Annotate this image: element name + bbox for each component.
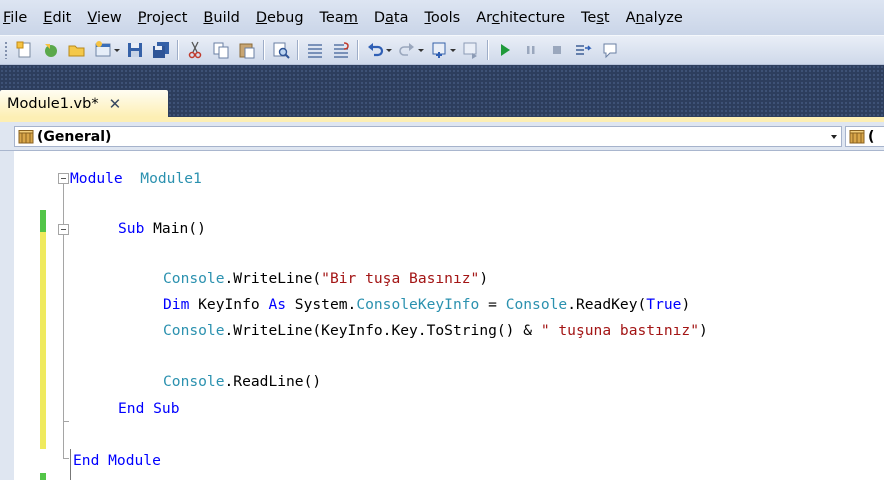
stop-debugging-icon[interactable]: [548, 41, 566, 59]
undo-dropdown-icon[interactable]: [386, 48, 392, 52]
menu-file[interactable]: File: [0, 10, 35, 26]
open-file-icon[interactable]: [68, 41, 86, 59]
tab-module1-vb[interactable]: Module1.vb* ✕: [0, 90, 168, 117]
toolbar-separator: [297, 40, 299, 60]
code-line: Console.ReadLine(): [163, 373, 322, 390]
menu-test[interactable]: Test: [573, 10, 618, 26]
toolbar-separator: [177, 40, 179, 60]
code-line: Console.WriteLine(KeyInfo.Key.ToString()…: [163, 322, 708, 339]
toolbar-grip[interactable]: [4, 41, 8, 59]
change-indicator-saved: [40, 210, 46, 232]
menu-team[interactable]: Team: [312, 10, 366, 26]
copy-icon[interactable]: [212, 41, 230, 59]
code-line: End Sub: [118, 400, 180, 417]
menu-build[interactable]: Build: [195, 10, 247, 26]
menu-analyze[interactable]: Analyze: [618, 10, 691, 26]
break-all-icon[interactable]: [522, 41, 540, 59]
method-name-dropdown[interactable]: (: [845, 126, 884, 147]
code-line: Dim KeyInfo As System.ConsoleKeyInfo = C…: [163, 296, 691, 313]
general-class-icon: [18, 129, 34, 143]
code-line: Sub Main(): [118, 220, 206, 237]
code-line: End Module: [73, 452, 161, 469]
navigate-backward-dropdown-icon[interactable]: [450, 48, 456, 52]
navigate-forward-icon[interactable]: [462, 41, 480, 59]
add-new-item-icon[interactable]: [42, 41, 60, 59]
collapse-sub-icon[interactable]: [58, 224, 69, 235]
navigation-bar: (General) (: [0, 122, 884, 151]
find-in-files-icon[interactable]: [272, 41, 290, 59]
change-indicator-unsaved: [40, 232, 46, 449]
new-project-icon[interactable]: [16, 41, 34, 59]
toolbar-separator: [263, 40, 265, 60]
outline-guide: [63, 235, 64, 421]
redo-icon[interactable]: [398, 41, 416, 59]
redo-dropdown-icon[interactable]: [418, 48, 424, 52]
add-item-icon[interactable]: [94, 41, 112, 59]
code-editor[interactable]: Module Module1 Sub Main() Console.WriteL…: [0, 151, 884, 480]
document-tab-well: Module1.vb* ✕: [0, 65, 884, 122]
class-name-value: (General): [37, 128, 112, 145]
paste-icon[interactable]: [238, 41, 256, 59]
cut-icon[interactable]: [186, 41, 204, 59]
menu-view[interactable]: View: [79, 10, 129, 26]
outline-guide: [63, 458, 69, 459]
chevron-down-icon[interactable]: [831, 135, 837, 139]
menu-bar: File Edit View Project Build Debug Team Data Too…: [0, 0, 884, 35]
menu-architecture[interactable]: Architecture: [468, 10, 573, 26]
add-item-dropdown-icon[interactable]: [114, 48, 120, 52]
change-indicator-saved: [40, 473, 46, 480]
menu-edit[interactable]: Edit: [35, 10, 79, 26]
outline-guide: [63, 421, 69, 422]
toolbar-separator: [357, 40, 359, 60]
step-into-icon[interactable]: [574, 41, 592, 59]
menu-debug[interactable]: Debug: [248, 10, 312, 26]
menu-project[interactable]: Project: [130, 10, 196, 26]
code-line: Module Module1: [70, 170, 202, 187]
code-line: Console.WriteLine("Bir tuşa Basınız"): [163, 270, 489, 287]
start-debugging-icon[interactable]: [496, 41, 514, 59]
undo-icon[interactable]: [366, 41, 384, 59]
standard-toolbar: [0, 35, 884, 65]
menu-data[interactable]: Data: [366, 10, 417, 26]
toolbar-separator: [487, 40, 489, 60]
class-name-dropdown[interactable]: (General): [14, 126, 842, 147]
close-tab-icon[interactable]: ✕: [109, 95, 122, 113]
menu-tools[interactable]: Tools: [417, 10, 469, 26]
comment-icon[interactable]: [306, 41, 324, 59]
save-all-icon[interactable]: [152, 41, 170, 59]
uncomment-icon[interactable]: [332, 41, 350, 59]
save-icon[interactable]: [126, 41, 144, 59]
editor-left-frame: [0, 151, 14, 480]
outline-guide: [70, 449, 71, 480]
general-method-icon: [849, 129, 865, 143]
navigate-backward-icon[interactable]: [430, 41, 448, 59]
method-name-value: (: [868, 128, 875, 145]
collapse-module-icon[interactable]: [58, 173, 69, 184]
comment-bubble-icon[interactable]: [600, 41, 618, 59]
tab-title: Module1.vb*: [7, 95, 99, 112]
